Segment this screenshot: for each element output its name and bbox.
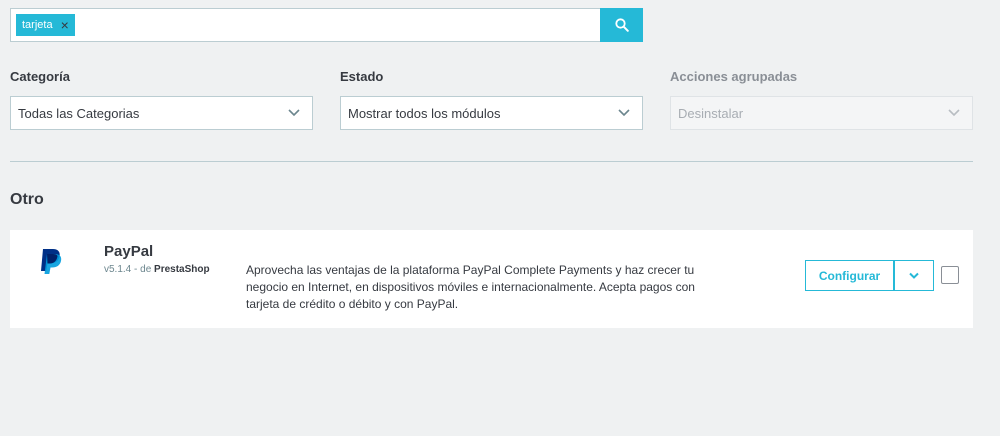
module-version: v5.1.4 (104, 264, 132, 275)
status-label: Estado (340, 69, 384, 84)
category-select[interactable]: Todas las Categorias (10, 96, 313, 130)
chevron-down-icon (909, 272, 919, 279)
module-by: - de (131, 264, 155, 275)
chevron-down-icon (276, 96, 312, 130)
status-select[interactable]: Mostrar todos los módulos (340, 96, 643, 130)
search-icon (614, 18, 629, 32)
divider (10, 161, 973, 162)
search-tag-label: tarjeta (22, 19, 53, 31)
bulk-actions-select: Desinstalar (670, 96, 973, 130)
bulk-actions-select-value: Desinstalar (678, 105, 744, 121)
configure-button[interactable]: Configurar (805, 260, 894, 291)
module-actions-dropdown[interactable] (894, 260, 934, 291)
module-meta: v5.1.4 - de PrestaShop (104, 264, 210, 275)
module-select-checkbox[interactable] (941, 266, 959, 284)
chevron-down-icon (936, 96, 972, 130)
module-author: PrestaShop (154, 264, 210, 275)
module-description: Aprovecha las ventajas de la plataforma … (246, 263, 695, 311)
module-name: PayPal (104, 243, 154, 260)
search-button[interactable] (600, 8, 643, 42)
chevron-down-icon (606, 96, 642, 130)
bulk-actions-label: Acciones agrupadas (670, 69, 798, 84)
close-icon[interactable]: × (61, 18, 69, 32)
section-title: Otro (10, 191, 44, 208)
module-card: PayPal v5.1.4 - de PrestaShop Aprovecha … (10, 230, 973, 328)
category-label: Categoría (10, 69, 70, 84)
category-select-value: Todas las Categorias (18, 105, 140, 121)
search-tag: tarjeta × (16, 14, 75, 36)
paypal-logo-icon (41, 249, 62, 274)
module-manager: tarjeta × Categoría Todas las Categorias… (0, 0, 1000, 436)
search-input[interactable]: tarjeta × (10, 8, 600, 42)
status-select-value: Mostrar todos los módulos (348, 105, 501, 121)
